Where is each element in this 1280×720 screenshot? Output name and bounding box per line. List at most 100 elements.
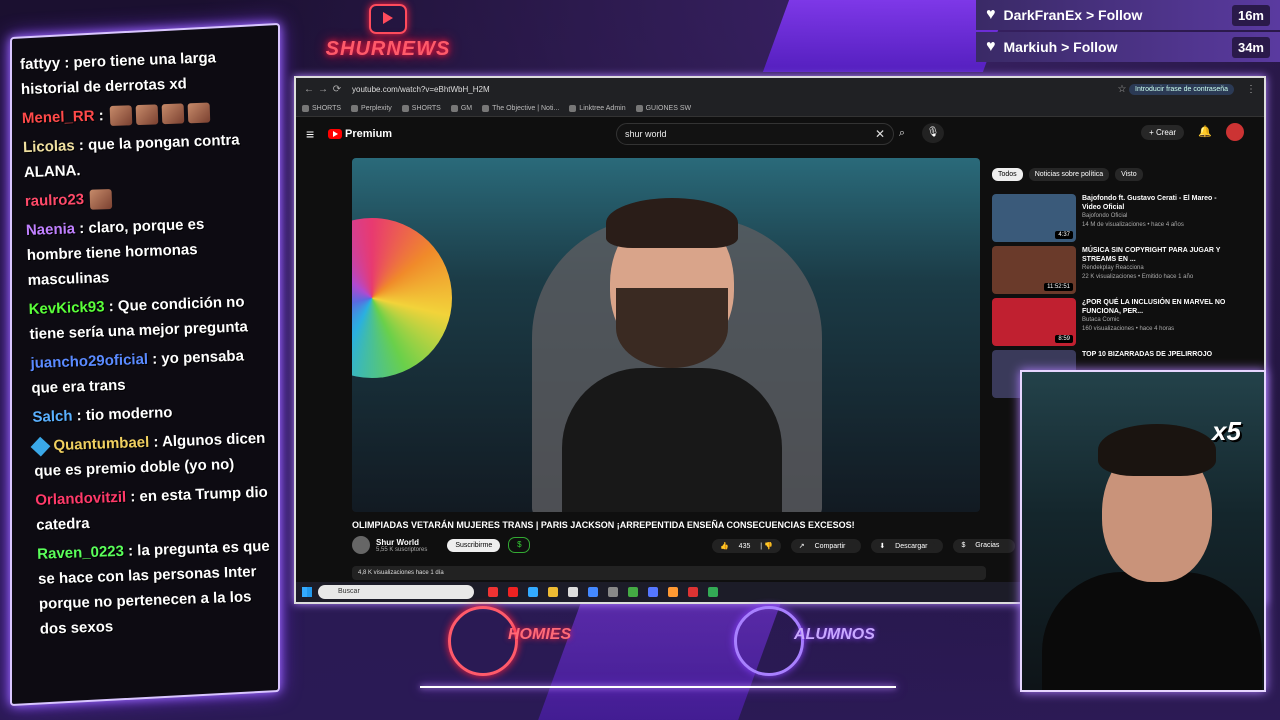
recommended-meta: 22 K visualizaciones • Emitido hace 1 añ… (1082, 274, 1194, 280)
alert-time: 34m (1231, 36, 1270, 58)
heart-icon: ♥ (986, 38, 996, 55)
channel-avatar[interactable] (352, 536, 370, 554)
search-icon[interactable]: ⌕ (890, 123, 914, 143)
recommended-video[interactable]: 4:37 Bajofondo ft. Gustavo Cerati - El M… (992, 194, 1250, 242)
bell-icon[interactable]: 🔔 (1198, 125, 1212, 138)
video-thumbnail[interactable]: 11:52:51 (992, 246, 1076, 294)
tab-visto[interactable]: Visto (1115, 168, 1143, 181)
logo-text: SHURNEWS (325, 38, 451, 60)
recommended-title[interactable]: MÚSICA SIN COPYRIGHT PARA JUGAR Y STREAM… (1082, 246, 1232, 264)
settings-icon[interactable] (608, 587, 618, 597)
channel-row: Shur World 5,55 K suscriptores Suscribir… (352, 536, 531, 554)
create-button[interactable]: + Crear (1141, 125, 1184, 140)
chat-text: tio moderno (85, 404, 173, 425)
back-icon[interactable]: ← (302, 84, 316, 95)
chat-panel: fattyy : pero tiene una larga historial … (10, 22, 280, 707)
chat-user: Salch (32, 407, 73, 426)
folder-icon[interactable] (548, 587, 558, 597)
recommended-channel: Bajofondo Oficial (1082, 213, 1128, 219)
channel-subscribers: 5,55 K suscriptores (376, 546, 428, 553)
donate-icon[interactable]: $ (508, 537, 531, 553)
create-label: Crear (1155, 128, 1176, 137)
store-icon[interactable] (568, 587, 578, 597)
emote-icon (187, 102, 211, 124)
search-input[interactable]: shur world ✕ (616, 123, 894, 145)
app-icon[interactable] (708, 587, 718, 597)
app-icon[interactable] (668, 587, 678, 597)
url-field[interactable]: youtube.com/watch?v=eBhtWbH_H2M (352, 85, 1115, 94)
password-prompt[interactable]: Introducir frase de contraseña (1129, 83, 1234, 95)
forward-icon[interactable]: → (316, 84, 330, 95)
recommended-title[interactable]: Bajofondo ft. Gustavo Cerati - El Mareo … (1082, 194, 1232, 212)
bookmark-item[interactable]: GUIONES SW (636, 105, 692, 112)
like-button[interactable]: 👍 435 | 👎 (712, 539, 781, 553)
video-thumbnail[interactable]: 4:37 (992, 194, 1076, 242)
windows-start-icon[interactable] (302, 587, 312, 597)
youtube-logo[interactable]: Premium (328, 128, 392, 140)
recommended-video[interactable]: 8:59 ¿POR QUÉ LA INCLUSIÓN EN MARVEL NO … (992, 298, 1250, 346)
neon-divider (420, 686, 896, 688)
emote-icon (109, 105, 133, 127)
download-button[interactable]: ⬇ Descargar (871, 539, 944, 553)
homies-label: HOMIES (508, 626, 572, 643)
pokeball-icon[interactable] (688, 587, 698, 597)
mic-icon[interactable]: 🎙 (922, 123, 944, 143)
alumnos-logo: ALUMNOS (734, 606, 875, 676)
chat-user: Orlandovitzil (35, 488, 127, 509)
discord-icon[interactable] (648, 587, 658, 597)
follow-alerts: ♥ DarkFranEx > Follow 16m ♥ Markiuh > Fo… (976, 0, 1280, 64)
chat-message: Naenia : claro, porque es hombre tiene h… (25, 215, 205, 289)
reload-icon[interactable]: ⟳ (330, 84, 344, 95)
menu-icon[interactable]: ≡ (306, 126, 328, 142)
download-label: Descargar (887, 540, 936, 553)
chat-user: KevKick93 (28, 298, 105, 318)
menu-dots-icon[interactable]: ⋮ (1244, 84, 1258, 95)
alumnos-label: ALUMNOS (794, 626, 875, 643)
thanks-button[interactable]: $ Gracias (953, 539, 1016, 553)
taskbar-search[interactable]: Buscar (318, 585, 474, 599)
follow-alert: ♥ Markiuh > Follow 34m (976, 32, 1280, 62)
video-player[interactable] (352, 158, 980, 512)
channel-name[interactable]: Shur World (376, 538, 427, 547)
taskbar-apps (488, 587, 718, 597)
alert-user: DarkFranEx (1003, 7, 1083, 23)
shurnews-logo: SHURNEWS (318, 4, 458, 64)
alert-action: > Follow (1085, 7, 1143, 23)
share-button[interactable]: ↗ Compartir (790, 539, 862, 553)
opera-icon[interactable] (508, 587, 518, 597)
chat-message: Orlandovitzil : en esta Trump dio catedr… (35, 483, 269, 534)
subscribe-button[interactable]: Suscribirme (447, 538, 501, 552)
edge-icon[interactable] (528, 587, 538, 597)
bookmark-item[interactable]: The Objective | Noti... (482, 105, 559, 112)
brave-icon[interactable] (488, 587, 498, 597)
chat-user: Naenia (25, 220, 76, 240)
chat-message: Menel_RR : (22, 98, 259, 131)
recommended-video[interactable]: 11:52:51 MÚSICA SIN COPYRIGHT PARA JUGAR… (992, 246, 1250, 294)
chat-message: KevKick93 : Que condición no tiene sería… (28, 293, 249, 343)
combo-badge: x5 (1212, 416, 1241, 446)
app-icon[interactable] (588, 587, 598, 597)
clear-search-icon[interactable]: ✕ (875, 127, 885, 141)
video-duration: 11:52:51 (1044, 283, 1073, 291)
avatar[interactable] (1226, 123, 1244, 141)
emote-icon (135, 104, 159, 126)
prize-wheel (352, 218, 452, 378)
youtube-play-icon (369, 4, 407, 34)
bookmark-item[interactable]: Linktree Admin (569, 105, 625, 112)
tab-todos[interactable]: Todos (992, 168, 1023, 181)
tab-noticias[interactable]: Noticias sobre política (1028, 168, 1110, 181)
recommended-title[interactable]: TOP 10 BIZARRADAS DE JPELIRROJO (1082, 350, 1232, 359)
chat-message: Licolas : que la pongan contra ALANA. (22, 131, 240, 182)
alert-action: > Follow (1061, 39, 1118, 55)
star-icon[interactable]: ☆ (1115, 84, 1129, 95)
youtube-logo-text: Premium (345, 128, 393, 140)
recommended-title[interactable]: ¿POR QUÉ LA INCLUSIÓN EN MARVEL NO FUNCI… (1082, 298, 1232, 316)
youtube-header: ≡ Premium shur world ✕ ⌕ 🎙 + Crear 🔔 (296, 117, 1264, 151)
view-info[interactable]: 4,8 K visualizaciones hace 1 día (352, 566, 986, 580)
video-thumbnail[interactable]: 8:59 (992, 298, 1076, 346)
bookmark-item[interactable]: SHORTS (302, 105, 341, 112)
bookmark-item[interactable]: Perplexity (351, 105, 392, 112)
bookmark-item[interactable]: GM (451, 105, 472, 112)
bookmark-item[interactable]: SHORTS (402, 105, 441, 112)
chrome-icon[interactable] (628, 587, 638, 597)
